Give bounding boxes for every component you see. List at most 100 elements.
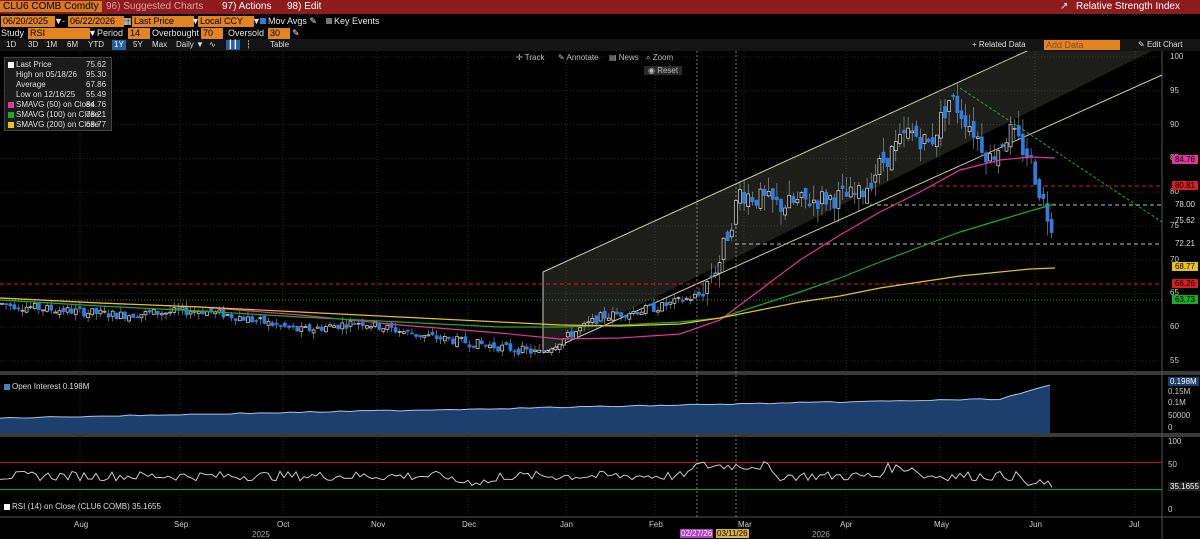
- candle-down: [254, 320, 259, 322]
- range-button-5y[interactable]: 5Y: [131, 40, 145, 50]
- candle-down: [434, 335, 439, 340]
- overbought-input[interactable]: 70: [201, 28, 223, 39]
- candle-up: [766, 191, 771, 197]
- sma100-line: [0, 203, 1056, 328]
- candle-down: [762, 189, 767, 196]
- candle-down: [352, 323, 357, 325]
- candle-down: [844, 191, 849, 197]
- line-chart-icon[interactable]: ∿: [207, 40, 218, 50]
- candle-down: [594, 315, 599, 324]
- candle-chart-icon[interactable]: ┃┃: [226, 40, 240, 50]
- candle-down: [406, 329, 410, 332]
- edit-chart-button[interactable]: ✎ Edit Chart: [1136, 40, 1185, 50]
- candle-up: [459, 337, 464, 339]
- mov-avgs-checkbox[interactable]: Mov Avgs ✎: [260, 16, 317, 27]
- reset-button[interactable]: ◉ Reset: [644, 66, 683, 75]
- zoom-tool[interactable]: ⌕ Zoom: [646, 53, 673, 63]
- table-button[interactable]: Table: [268, 40, 291, 50]
- suggested-charts-button[interactable]: 96) Suggested Charts: [106, 1, 203, 12]
- price-tag: 80.81: [1171, 181, 1198, 190]
- oversold-input[interactable]: 30: [268, 28, 290, 39]
- range-button-max[interactable]: Max: [150, 40, 169, 50]
- news-tool[interactable]: ▤ News: [609, 53, 639, 62]
- candle-up: [947, 100, 951, 113]
- currency-select[interactable]: Local CCY: [198, 16, 254, 27]
- range-button-1y[interactable]: 1Y: [112, 40, 126, 50]
- candle-down: [791, 196, 796, 203]
- annotate-tool[interactable]: ✎ Annotate: [558, 53, 599, 62]
- candle-down: [779, 199, 783, 212]
- add-data-input[interactable]: Add Data: [1044, 40, 1120, 50]
- year-label: 2025: [252, 530, 270, 539]
- candle-up: [549, 348, 554, 353]
- study-select[interactable]: RSI: [28, 28, 90, 39]
- title-bar: CLU6 COMB Comdty 96) Suggested Charts 97…: [0, 0, 1200, 14]
- range-button-1m[interactable]: 1M: [44, 40, 59, 50]
- actions-menu[interactable]: 97) Actions: [222, 1, 271, 12]
- channel-lower: [542, 74, 1163, 354]
- candle-down: [930, 137, 935, 145]
- candle-down: [270, 322, 275, 327]
- candle-up: [32, 303, 37, 309]
- candle-up: [729, 229, 734, 238]
- candle-up: [311, 329, 316, 334]
- chart-canvas[interactable]: [0, 51, 1200, 539]
- candle-down: [770, 188, 775, 200]
- candle-up: [426, 334, 431, 337]
- candle-down: [512, 350, 517, 353]
- candle-down: [902, 130, 906, 134]
- price-legend: Last Price 75.62 High on 05/18/26 95.30 Av…: [4, 57, 112, 131]
- candle-down: [344, 324, 349, 329]
- study-controls: Study RSI ▼ Period 14 Overbought 70 Over…: [0, 28, 1200, 39]
- key-events-checkbox[interactable]: Key Events: [326, 16, 380, 26]
- candle-down: [438, 336, 443, 340]
- candle-up: [656, 310, 660, 313]
- news-label: News: [618, 53, 639, 62]
- candle-down: [123, 311, 127, 320]
- study-label: Study: [1, 28, 25, 38]
- price-field-select[interactable]: Last Price: [132, 16, 194, 27]
- sma200-line: [0, 267, 1056, 327]
- ticker-field[interactable]: CLU6 COMB Comdty: [0, 1, 102, 12]
- candle-down: [680, 299, 685, 302]
- candle-up: [684, 297, 689, 300]
- candle-up: [639, 311, 644, 315]
- candle-down: [742, 192, 746, 204]
- candle-down: [775, 196, 779, 201]
- study-dropdown-icon[interactable]: ▼: [88, 28, 97, 38]
- start-date-input[interactable]: 06/20/2025: [1, 16, 55, 27]
- bar-chart-icon[interactable]: ┆: [244, 40, 253, 50]
- end-date-input[interactable]: 06/22/2026: [68, 16, 124, 27]
- calendar-icon[interactable]: ▦: [123, 16, 132, 27]
- range-button-6m[interactable]: 6M: [65, 40, 80, 50]
- candle-down: [496, 346, 500, 352]
- export-icon[interactable]: ↗: [1060, 1, 1068, 12]
- range-button-1d[interactable]: 1D: [4, 40, 18, 50]
- candle-up: [693, 293, 697, 299]
- candle-up: [102, 310, 107, 313]
- candle-down: [1037, 179, 1042, 199]
- candle-down: [852, 193, 857, 195]
- candle-up: [967, 126, 972, 133]
- candle-up: [28, 306, 33, 309]
- candle-up: [20, 309, 25, 312]
- range-button-ytd[interactable]: YTD: [86, 40, 106, 50]
- track-tool[interactable]: ✛ Track: [516, 53, 544, 62]
- candle-down: [447, 336, 451, 339]
- candle-down: [49, 304, 54, 311]
- candle-down: [570, 331, 574, 338]
- candle-down: [971, 120, 976, 138]
- period-input[interactable]: 14: [128, 28, 150, 39]
- edit-menu[interactable]: 98) Edit: [287, 1, 321, 12]
- frequency-select[interactable]: Daily ▼: [174, 40, 206, 50]
- range-button-3d[interactable]: 3D: [26, 40, 40, 50]
- candle-up: [258, 317, 263, 320]
- related-data-button[interactable]: + Related Data: [970, 40, 1028, 50]
- edit-study-icon[interactable]: ✎: [292, 28, 300, 39]
- candle-down: [943, 106, 947, 119]
- candle-up: [110, 310, 115, 317]
- candle-down: [1049, 218, 1054, 233]
- candle-up: [160, 313, 164, 316]
- candle-up: [340, 322, 345, 330]
- candle-up: [811, 199, 816, 204]
